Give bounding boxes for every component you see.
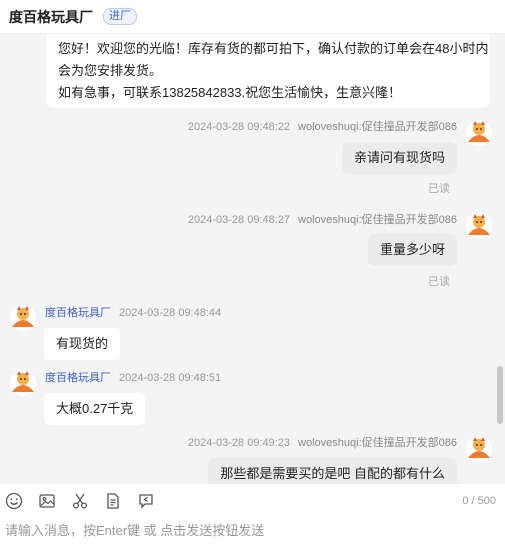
message-bubble: 重量多少呀 [367,234,457,266]
message-meta: 2024-03-28 09:48:22 woloveshuqi:促佳撞品开发部08… [188,118,457,134]
welcome-line: 如有急事，可联系13825842833.祝您生活愉快，生意兴隆！ [58,85,402,100]
user-avatar-icon[interactable] [466,436,492,462]
read-status: 已读 [428,276,450,288]
message-bubble: 大概0.27千克 [44,393,146,425]
chat-window: 度百格玩具厂 进厂 您好！欢迎您的光临！库存有货的都可拍下，确认付款的订单会在4… [0,0,505,547]
shop-avatar-icon[interactable] [10,305,36,331]
enter-shop-badge[interactable]: 进厂 [103,8,137,25]
char-counter: 0 / 500 [462,495,496,507]
message-time: 2024-03-28 09:48:51 [119,372,222,384]
message-sender: 度百格玩具厂 [45,372,111,384]
message-sender: 度百格玩具厂 [45,307,111,319]
message-meta: 2024-03-28 09:49:23 woloveshuqi:促佳撞品开发部08… [188,434,457,450]
message-meta: 2024-03-28 09:48:27 woloveshuqi:促佳撞品开发部08… [188,211,457,227]
message-sender: woloveshuqi:促佳撞品开发部086 [298,121,457,133]
message-list[interactable]: 您好！欢迎您的光临！库存有货的都可拍下，确认付款的订单会在48小时内 会为您安排… [0,34,505,484]
message-meta: 度百格玩具厂 2024-03-28 09:48:51 [45,369,221,385]
message-time: 2024-03-28 09:48:22 [187,121,291,133]
message-text: 有现货的 [56,336,109,351]
message-input[interactable] [5,520,495,542]
welcome-line: 会为您安排发货。 [58,63,163,78]
quick-reply-icon[interactable] [135,490,157,512]
message-time: 2024-03-28 09:48:44 [119,307,222,319]
scissors-icon[interactable] [69,490,91,512]
message-bubble: 亲请问有现货吗 [341,142,457,174]
read-status: 已读 [428,183,450,195]
shop-title[interactable]: 度百格玩具厂 [9,7,93,27]
welcome-message: 您好！欢迎您的光临！库存有货的都可拍下，确认付款的订单会在48小时内 会为您安排… [46,34,490,108]
message-text: 那些都是需要买的是吧 自配的都有什么 [220,466,445,481]
message-input-area [0,518,505,547]
message-text: 重量多少呀 [379,242,445,257]
document-icon[interactable] [102,490,124,512]
user-avatar-icon[interactable] [466,213,492,239]
message-sender: woloveshuqi:促佳撞品开发部086 [298,214,457,226]
message-text: 亲请问有现货吗 [353,150,445,165]
chat-header: 度百格玩具厂 进厂 [0,0,505,34]
message-time: 2024-03-28 09:49:23 [187,437,291,449]
message-bubble: 有现货的 [44,328,121,360]
image-icon[interactable] [36,490,58,512]
welcome-line: 您好！欢迎您的光临！库存有货的都可拍下，确认付款的订单会在48小时内 [58,41,489,56]
shop-avatar-icon[interactable] [10,370,36,396]
emoji-icon[interactable] [3,490,25,512]
input-toolbar: 0 / 500 [0,484,505,518]
scrollbar[interactable] [497,34,503,484]
message-meta: 度百格玩具厂 2024-03-28 09:48:44 [45,304,221,320]
user-avatar-icon[interactable] [466,120,492,146]
message-sender: woloveshuqi:促佳撞品开发部086 [298,437,457,449]
message-time: 2024-03-28 09:48:27 [187,214,291,226]
scrollbar-thumb[interactable] [497,366,503,424]
message-bubble: 那些都是需要买的是吧 自配的都有什么 [208,458,457,484]
message-text: 大概0.27千克 [56,401,134,416]
